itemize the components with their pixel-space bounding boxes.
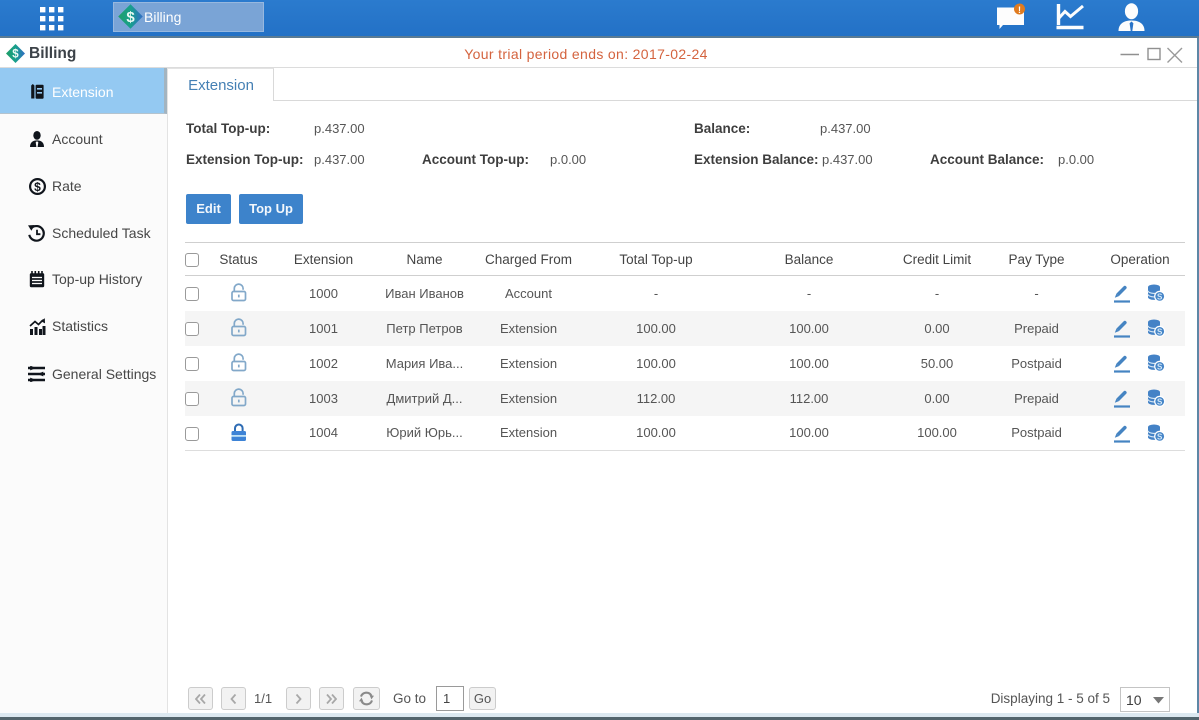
svg-text:$: $ (126, 9, 135, 26)
svg-text:$: $ (34, 180, 41, 194)
svg-text:!: ! (1018, 5, 1021, 15)
